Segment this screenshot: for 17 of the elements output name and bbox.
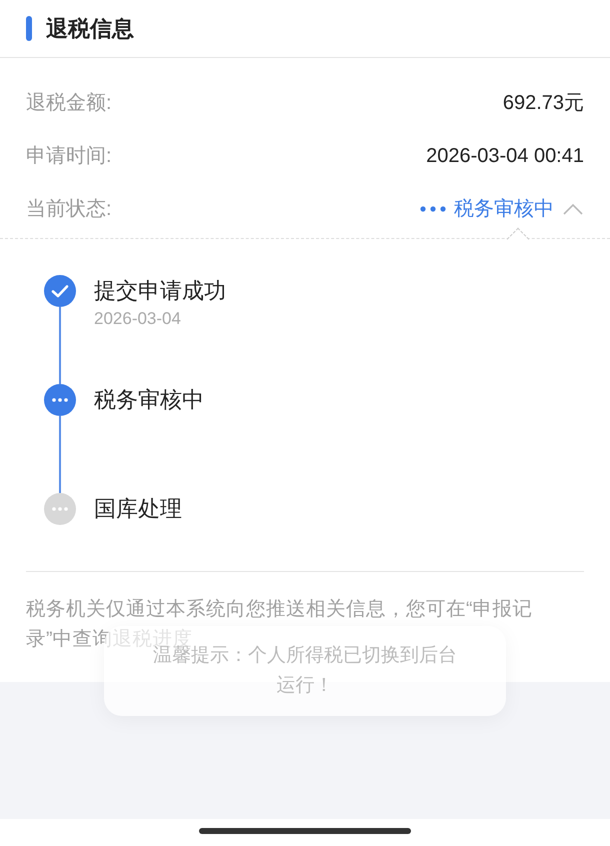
more-dots-icon xyxy=(420,206,446,212)
section-title: 退税信息 xyxy=(46,15,134,43)
check-circle-icon xyxy=(44,275,76,307)
dots-circle-icon xyxy=(44,493,76,525)
step-date: 2026-03-04 xyxy=(94,308,182,330)
title-accent-bar xyxy=(26,16,32,41)
detail-value: 692.73元 xyxy=(502,91,584,116)
step-title: 税务审核中 xyxy=(94,386,204,414)
detail-label: 申请时间: xyxy=(26,144,112,169)
step-title: 国库处理 xyxy=(94,495,182,523)
dots-circle-icon xyxy=(44,384,76,416)
status-value: 税务审核中 xyxy=(454,197,554,222)
detail-label: 退税金额: xyxy=(26,91,112,116)
chevron-up-icon[interactable] xyxy=(562,202,584,216)
step-title: 提交申请成功 xyxy=(94,277,226,305)
detail-label: 当前状态: xyxy=(26,197,112,222)
detail-value: 2026-03-04 00:41 xyxy=(426,144,584,169)
